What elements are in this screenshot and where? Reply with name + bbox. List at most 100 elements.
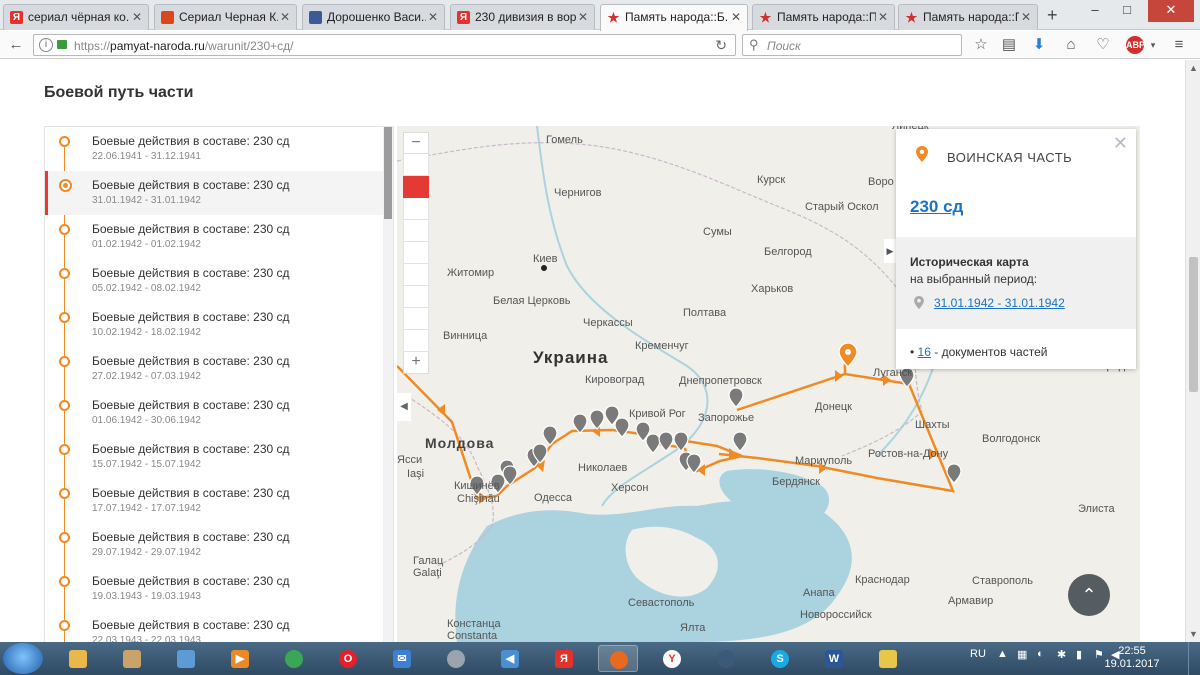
timeline-scrollbar[interactable]: [383, 127, 393, 642]
close-icon[interactable]: ✕: [1113, 133, 1128, 154]
yandex-app[interactable]: Я: [544, 645, 584, 672]
zoom-step[interactable]: [403, 154, 429, 176]
tab-close-icon[interactable]: ✕: [132, 10, 142, 24]
timeline-scrollbar-thumb[interactable]: [384, 127, 392, 219]
menu-icon[interactable]: ≡: [1170, 36, 1188, 54]
historical-period-link[interactable]: 31.01.1942 - 31.01.1942: [934, 296, 1065, 310]
zoom-step-selected[interactable]: [403, 176, 429, 198]
reload-icon[interactable]: ↻: [715, 37, 727, 54]
zoom-out-button[interactable]: −: [403, 132, 429, 154]
tray-expand-icon[interactable]: ▲: [997, 648, 1008, 660]
map-label: Армавир: [948, 595, 994, 607]
bluetooth-icon[interactable]: ✱: [1057, 648, 1066, 661]
chat-app[interactable]: [706, 645, 746, 672]
media-player-app[interactable]: ▶: [220, 645, 260, 672]
timeline-item-title: Боевые действия в составе: 230 сд: [92, 354, 290, 368]
network-tray-icon[interactable]: ▮: [1076, 648, 1082, 661]
opera-app[interactable]: O: [328, 645, 368, 672]
start-button[interactable]: [3, 643, 43, 674]
yandex-browser-app[interactable]: Y: [652, 645, 692, 672]
audio-app[interactable]: ◀: [490, 645, 530, 672]
documents-count-link[interactable]: 16: [918, 345, 931, 359]
browser-tab[interactable]: ★ Память народа::П...✕: [752, 4, 895, 30]
unit-name-link[interactable]: 230 сд: [910, 197, 963, 217]
map-label: Ялта: [680, 622, 706, 634]
page-scrollbar-thumb[interactable]: [1189, 257, 1198, 392]
timeline-item[interactable]: Боевые действия в составе: 230 сд 29.07.1…: [45, 523, 383, 567]
network-app[interactable]: [166, 645, 206, 672]
map-marker: [614, 417, 630, 438]
zoom-step[interactable]: [403, 308, 429, 330]
timeline-item[interactable]: Боевые действия в составе: 230 сд 22.06.1…: [45, 127, 383, 171]
address-bar[interactable]: i https://pamyat-naroda.ru/warunit/230+с…: [33, 34, 736, 56]
adblock-icon[interactable]: ABP: [1126, 36, 1145, 54]
timeline-item[interactable]: Боевые действия в составе: 230 сд 05.02.1…: [45, 259, 383, 303]
scroll-down-arrow-icon[interactable]: ▼: [1189, 629, 1198, 639]
browser-tab[interactable]: Сериал Черная К... ✕: [154, 4, 297, 30]
timeline-item[interactable]: Боевые действия в составе: 230 сд 15.07.1…: [45, 435, 383, 479]
timeline-item[interactable]: Боевые действия в составе: 230 сд 17.07.1…: [45, 479, 383, 523]
expand-list-arrow-icon[interactable]: ◀: [397, 393, 411, 421]
scroll-to-top-button[interactable]: ⌃: [1068, 574, 1110, 616]
tab-close-icon[interactable]: ✕: [731, 10, 741, 24]
disc-app[interactable]: [436, 645, 476, 672]
mail-app[interactable]: ✉: [382, 645, 422, 672]
tray-shield-icon[interactable]: ◐: [1037, 648, 1044, 660]
search-input[interactable]: ⚲ Поиск: [742, 34, 962, 56]
timeline-item[interactable]: Боевые действия в составе: 230 сд 01.06.1…: [45, 391, 383, 435]
tab-close-icon[interactable]: ✕: [280, 10, 290, 24]
language-indicator[interactable]: RU: [970, 648, 986, 660]
archive-app[interactable]: [112, 645, 152, 672]
minimize-button[interactable]: –: [1080, 0, 1110, 22]
pocket-icon[interactable]: ♡: [1094, 36, 1112, 54]
zoom-step[interactable]: [403, 198, 429, 220]
map-marker: [645, 433, 661, 454]
maximize-button[interactable]: □: [1112, 0, 1142, 22]
browser-tab[interactable]: Ясериал чёрная ко... ✕: [3, 4, 149, 30]
zoom-step[interactable]: [403, 242, 429, 264]
zoom-step[interactable]: [403, 264, 429, 286]
new-tab-button[interactable]: +: [1047, 5, 1058, 26]
show-desktop-button[interactable]: [1188, 642, 1200, 675]
historical-map[interactable]: ГомельЛипецкЧерниговКурскВороСтарый Оско…: [397, 126, 1140, 642]
browser-tab[interactable]: Я 230 дивизия в вор... ✕: [450, 4, 595, 30]
browser-tab[interactable]: ★ Память народа::П...✕: [898, 4, 1038, 30]
chat-icon: [717, 650, 735, 668]
system-clock[interactable]: 22:55 19.01.2017: [1102, 645, 1162, 671]
collapse-panel-arrow-icon[interactable]: ▶: [884, 239, 896, 263]
tab-close-icon[interactable]: ✕: [578, 10, 588, 24]
close-window-button[interactable]: ✕: [1148, 0, 1194, 22]
zoom-step[interactable]: [403, 330, 429, 352]
word-app[interactable]: W: [814, 645, 854, 672]
timeline-item[interactable]: Боевые действия в составе: 230 сд 01.02.1…: [45, 215, 383, 259]
skype-app[interactable]: S: [760, 645, 800, 672]
browser-tab[interactable]: ★ Память народа::Б... ✕: [600, 4, 748, 31]
tab-close-icon[interactable]: ✕: [878, 10, 888, 24]
tab-close-icon[interactable]: ✕: [1021, 10, 1031, 24]
zoom-step[interactable]: [403, 220, 429, 242]
site-info-icon[interactable]: i: [39, 38, 53, 52]
back-icon[interactable]: ←: [6, 35, 26, 55]
reading-list-icon[interactable]: ▤: [1000, 36, 1018, 54]
map-label: Краснодар: [855, 574, 910, 586]
timeline-item[interactable]: Боевые действия в составе: 230 сд 10.02.1…: [45, 303, 383, 347]
timeline-item[interactable]: Боевые действия в составе: 230 сд 19.03.1…: [45, 567, 383, 611]
home-icon[interactable]: ⌂: [1062, 36, 1080, 54]
chevron-down-icon[interactable]: ▾: [1144, 36, 1162, 54]
timeline-item[interactable]: Боевые действия в составе: 230 сд 22.03.1…: [45, 611, 383, 642]
zoom-in-button[interactable]: +: [403, 352, 429, 374]
timeline-item[interactable]: Боевые действия в составе: 230 сд 31.01.1…: [45, 171, 383, 215]
zoom-step[interactable]: [403, 286, 429, 308]
chrome-app[interactable]: [274, 645, 314, 672]
bookmark-star-icon[interactable]: ☆: [972, 36, 990, 54]
tray-app-icon[interactable]: ▦: [1017, 648, 1027, 661]
page-scrollbar[interactable]: ▲ ▼: [1185, 60, 1200, 642]
firefox-app[interactable]: [598, 645, 638, 672]
scroll-up-arrow-icon[interactable]: ▲: [1189, 63, 1198, 73]
charts-app[interactable]: [868, 645, 908, 672]
timeline-item[interactable]: Боевые действия в составе: 230 сд 27.02.1…: [45, 347, 383, 391]
browser-tab[interactable]: Дорошенко Васи... ✕: [302, 4, 445, 30]
download-icon[interactable]: ⬇: [1030, 36, 1048, 54]
explorer-app[interactable]: [58, 645, 98, 672]
tab-close-icon[interactable]: ✕: [428, 10, 438, 24]
